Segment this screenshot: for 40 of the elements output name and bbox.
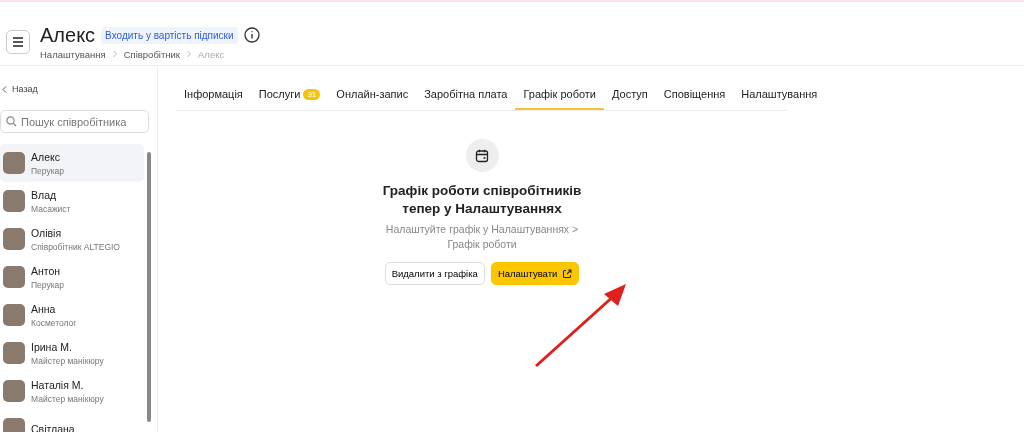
employee-role: Перукар: [31, 165, 65, 176]
employee-role: Співробітник ALTEGIO: [31, 241, 120, 252]
employee-name: Олівія: [31, 226, 63, 239]
employee-role: Перукар: [31, 279, 65, 290]
subscription-badge: Входить у вартість підписки: [101, 26, 238, 44]
tab[interactable]: Графік роботи: [515, 82, 604, 110]
tab[interactable]: Послуги 31: [250, 82, 329, 110]
employee-item[interactable]: Алекс Перукар: [0, 144, 144, 182]
employee-role: Косметолог: [31, 317, 77, 328]
employee-item[interactable]: Олівія Співробітник ALTEGIO: [0, 220, 144, 258]
tab[interactable]: Сповіщення: [655, 82, 734, 110]
breadcrumb-link[interactable]: Співробітник: [123, 48, 180, 60]
breadcrumb-link[interactable]: Налаштування: [40, 48, 106, 60]
employee-role: Майстер манікюру: [31, 393, 104, 404]
employee-name: Влад: [31, 188, 58, 201]
notice-title: Графік роботи співробітників тепер у Налаштуваннях: [381, 182, 583, 218]
employee-item[interactable]: Влад Масажист: [0, 182, 144, 220]
employee-item[interactable]: Антон Перукар: [0, 258, 144, 296]
tab[interactable]: Інформація: [176, 82, 251, 110]
tab[interactable]: Доступ: [604, 82, 656, 110]
tab[interactable]: Заробітна плата: [416, 82, 516, 110]
count-badge: 31: [303, 88, 321, 100]
employee-role: Масажист: [31, 203, 71, 214]
configure-button[interactable]: Налаштувати: [490, 262, 580, 285]
employee-item[interactable]: Анна Косметолог: [0, 296, 144, 334]
tab[interactable]: Налаштування: [733, 82, 826, 110]
tab[interactable]: Онлайн-запис: [328, 82, 417, 110]
employee-role: Майстер манікюру: [31, 355, 104, 366]
employee-name: Наталія М.: [31, 378, 85, 391]
employee-name: Ірина М.: [31, 340, 73, 353]
employee-name: Анна: [31, 302, 57, 315]
notice-text: Налаштуйте графік у Налаштуваннях > Графік роботи: [384, 222, 580, 252]
employee-name: Антон: [31, 264, 62, 277]
remove-button[interactable]: Видалити з графіка: [384, 262, 485, 285]
page-title: Алекс: [40, 23, 96, 47]
back-link[interactable]: Назад: [2, 84, 157, 94]
employee-item[interactable]: Наталія М. Майстер манікюру: [0, 372, 144, 410]
search-field[interactable]: Пошук співробітника: [0, 110, 149, 133]
employee-name: Алекс: [31, 150, 61, 163]
employee-item[interactable]: Ірина М. Майстер манікюру: [0, 334, 144, 372]
